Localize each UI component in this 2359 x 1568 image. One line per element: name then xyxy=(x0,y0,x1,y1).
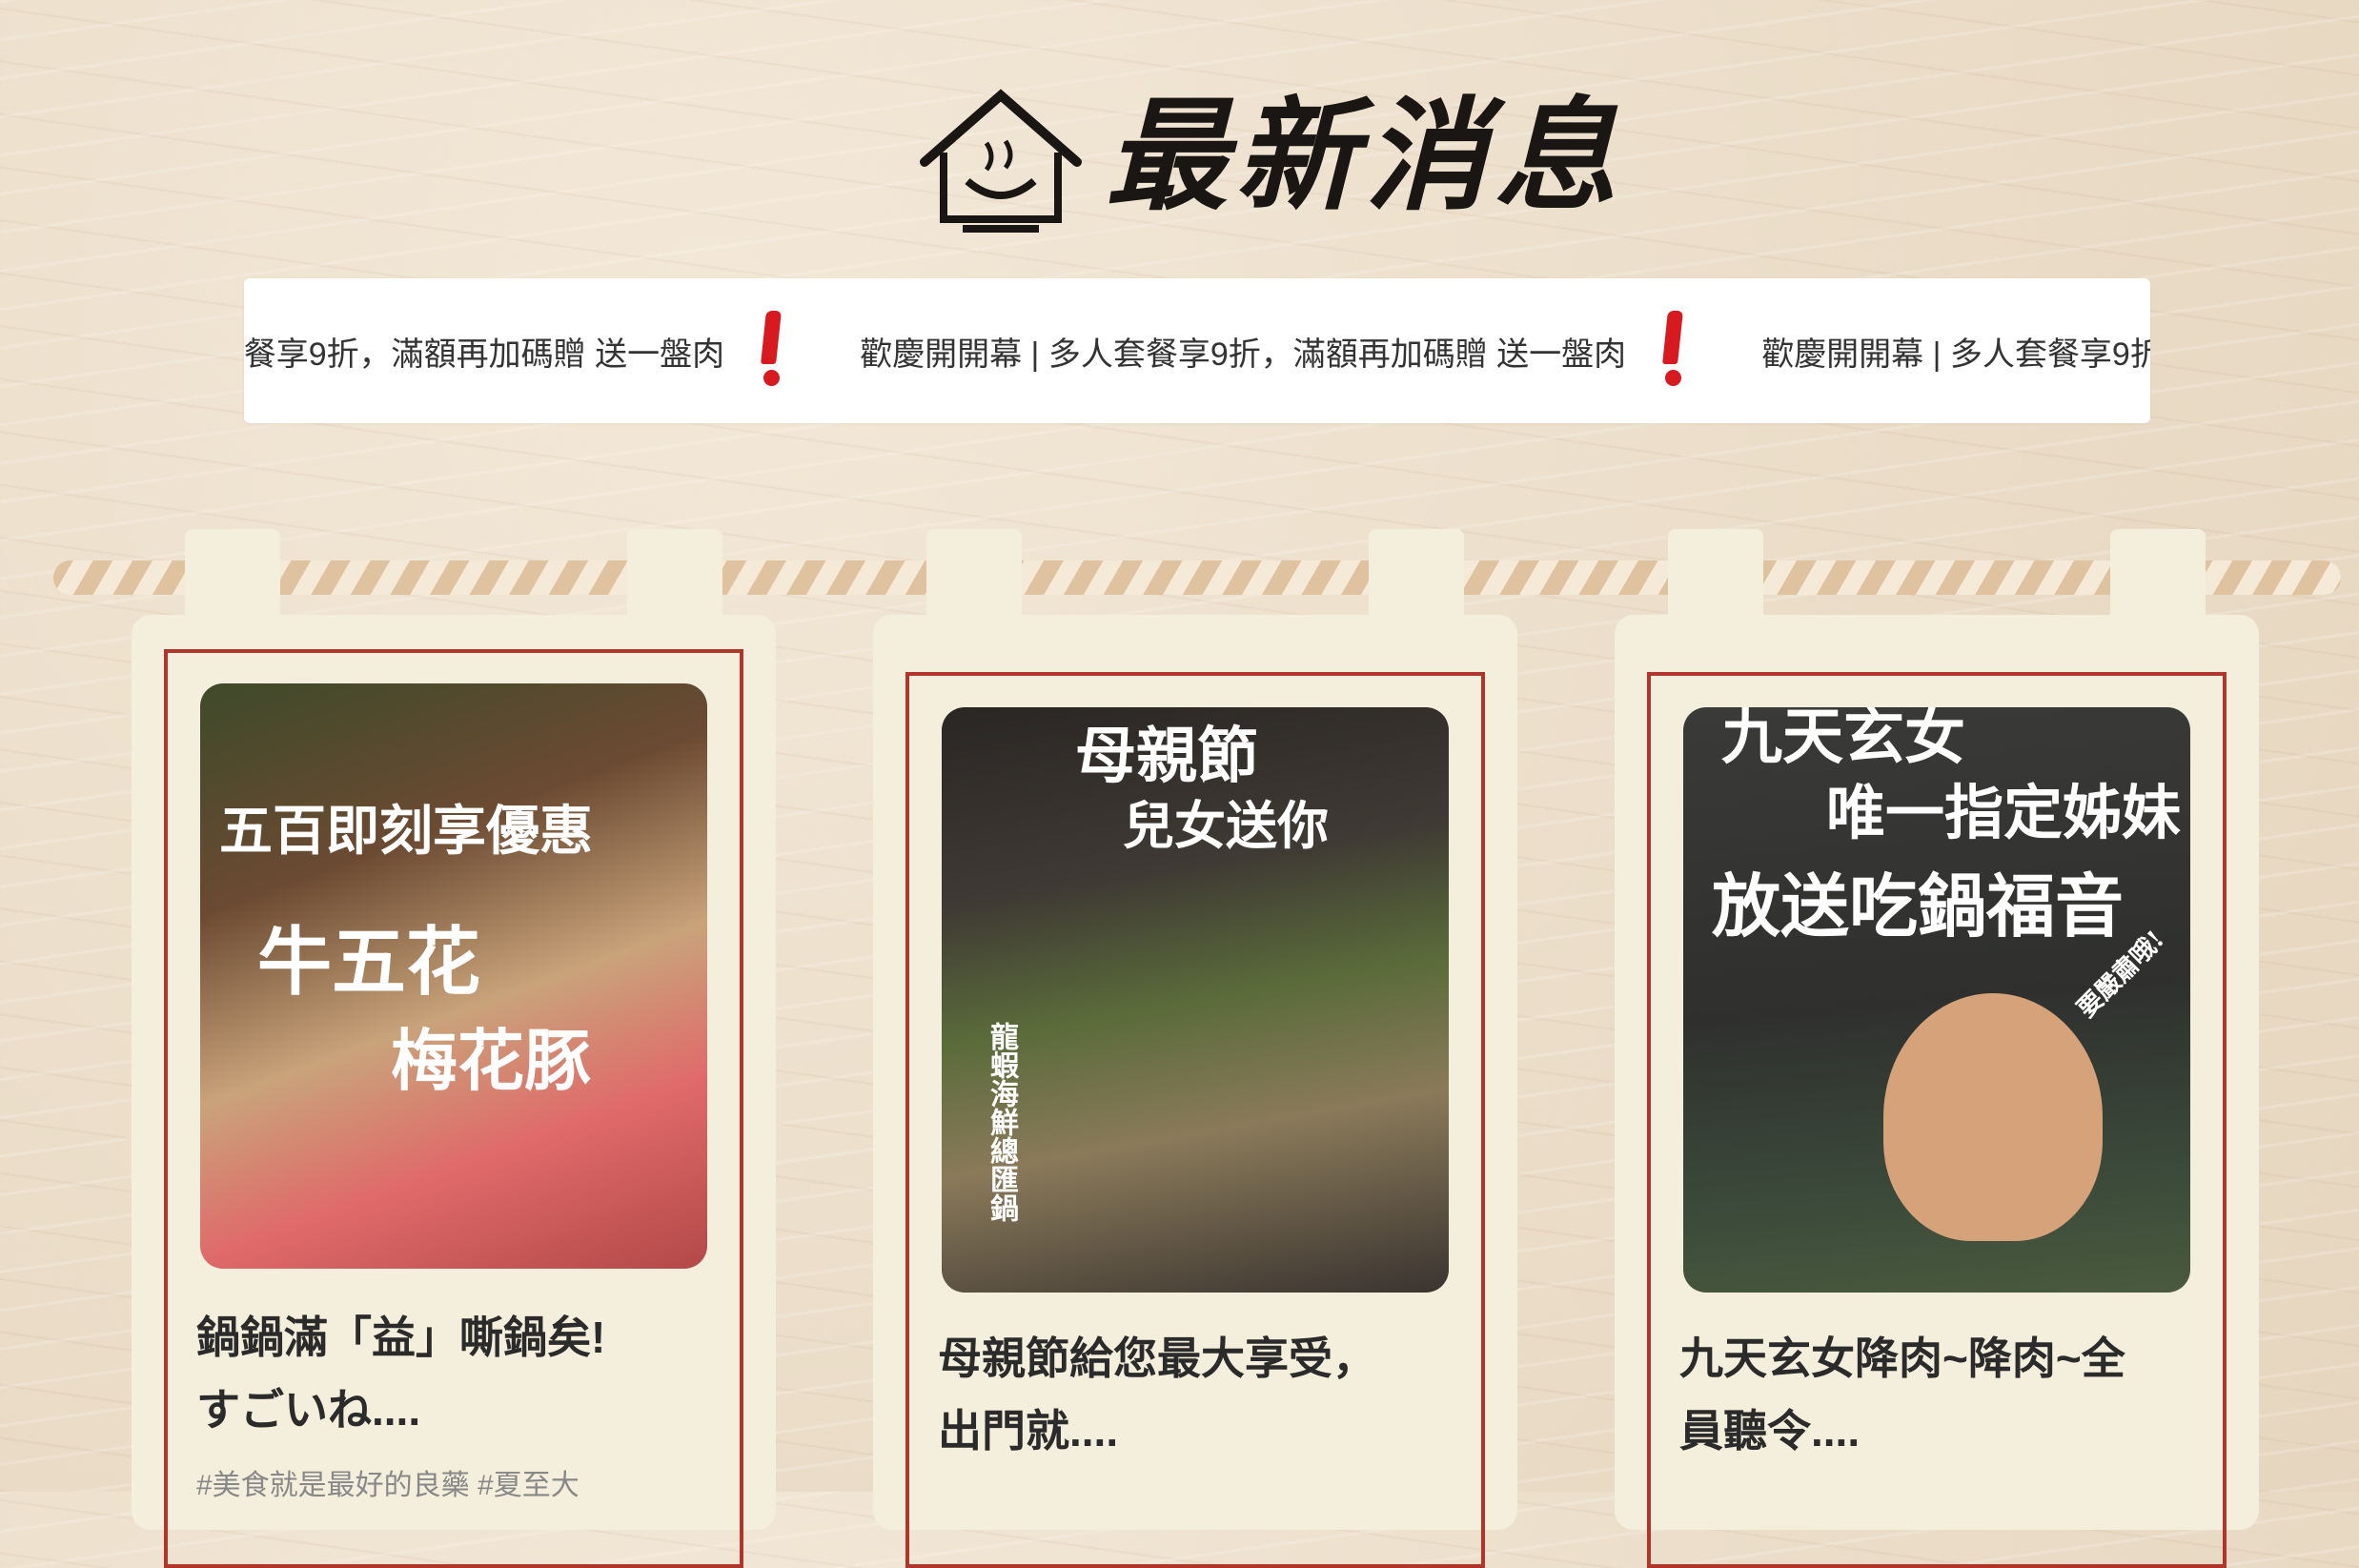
card-tab xyxy=(1668,529,1763,634)
ticker-text[interactable]: 歡慶開開幕 | 多人套餐享9折，滿額再加碼贈 送一盤肉 xyxy=(244,328,724,375)
image-line2: 龍蝦海鮮總匯鍋 xyxy=(985,1022,1018,1222)
card-tab xyxy=(1369,529,1464,634)
image-line1: 牛五花 xyxy=(257,919,481,1006)
ticker-item[interactable]: 歡慶開開幕 | 多人套餐享9折，滿額再加碼贈 送一盤肉 xyxy=(244,311,822,391)
image-headline: 母親節 xyxy=(1075,721,1258,792)
card-image[interactable]: 五百即刻享優惠 牛五花 梅花豚 xyxy=(200,683,707,1269)
news-card[interactable]: 母親節 兒女送你 龍蝦海鮮總匯鍋 母親節給您最大享受，出門就.... xyxy=(873,529,1517,1568)
card-tags: #美食就是最好的良藥 #夏至大 xyxy=(196,1470,580,1501)
announcement-ticker[interactable]: 歡慶開開幕 | 多人套餐享9折，滿額再加碼贈 送一盤肉 歡慶開開幕 | 多人套餐… xyxy=(244,278,2150,423)
card-tab xyxy=(185,529,280,634)
character-illustration xyxy=(1883,993,2103,1241)
rope-divider xyxy=(53,560,2341,595)
news-card[interactable]: 九天玄女 唯一指定姊妹 放送吃鍋福音 要嚴肅哦! 九天玄女降肉~降肉~全員聽令.… xyxy=(1615,529,2259,1568)
ticker-text[interactable]: 歡慶開開幕 | 多人套餐享9折，滿額再加碼贈 送一盤肉 xyxy=(1761,328,2150,375)
image-line2: 放送吃鍋福音 xyxy=(1712,865,2125,947)
news-card[interactable]: 五百即刻享優惠 牛五花 梅花豚 鍋鍋滿「益」嘶鍋矣! すごいね.... #美食就… xyxy=(132,529,776,1568)
page-title: 最新消息 xyxy=(1106,85,1625,228)
ticker-item[interactable]: 歡慶開開幕 | 多人套餐享9折，滿額再加碼贈 送一盤肉 xyxy=(860,311,1723,391)
card-image[interactable]: 母親節 兒女送你 龍蝦海鮮總匯鍋 xyxy=(942,707,1449,1293)
page-header: 最新消息 xyxy=(0,38,2359,238)
ticker-track: 歡慶開開幕 | 多人套餐享9折，滿額再加碼贈 送一盤肉 歡慶開開幕 | 多人套餐… xyxy=(244,278,2150,423)
card-tab xyxy=(926,529,1022,634)
image-headline: 五百即刻享優惠 xyxy=(219,800,593,863)
card-tab xyxy=(627,529,722,634)
image-line2: 梅花豚 xyxy=(391,1021,591,1100)
card-title[interactable]: 鍋鍋滿「益」嘶鍋矣! すごいね.... xyxy=(196,1301,654,1446)
card-title[interactable]: 母親節給您最大享受，出門就.... xyxy=(938,1322,1395,1467)
exclamation-icon xyxy=(1660,311,1685,391)
card-image[interactable]: 九天玄女 唯一指定姊妹 放送吃鍋福音 要嚴肅哦! xyxy=(1683,707,2190,1293)
ticker-text[interactable]: 歡慶開開幕 | 多人套餐享9折，滿額再加碼贈 送一盤肉 xyxy=(860,328,1626,375)
hotpot-house-icon xyxy=(920,89,1082,233)
image-line1: 兒女送你 xyxy=(1123,795,1329,856)
ticker-item[interactable]: 歡慶開開幕 | 多人套餐享9折，滿額再加碼贈 送一盤肉 xyxy=(1761,328,2150,375)
exclamation-icon xyxy=(759,311,783,391)
image-line1: 唯一指定姊妹 xyxy=(1826,778,2182,847)
card-tab xyxy=(2110,529,2206,634)
card-title[interactable]: 九天玄女降肉~降肉~全員聽令.... xyxy=(1679,1322,2137,1467)
